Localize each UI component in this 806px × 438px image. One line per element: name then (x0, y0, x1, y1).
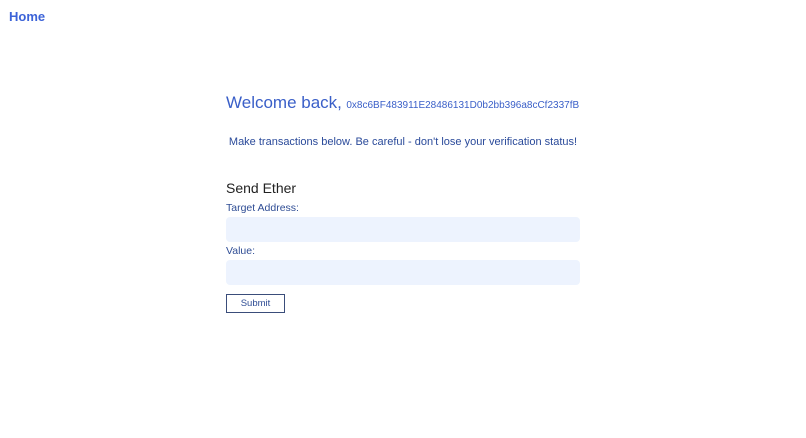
submit-button[interactable]: Submit (226, 294, 285, 313)
send-ether-title: Send Ether (226, 180, 297, 196)
welcome-heading: Welcome back, 0x8c6BF483911E28486131D0b2… (226, 91, 580, 115)
target-address-input[interactable] (226, 217, 580, 242)
wallet-address: 0x8c6BF483911E28486131D0b2bb396a8cCf2337… (346, 100, 580, 111)
target-address-label: Target Address: (226, 202, 299, 214)
value-input[interactable] (226, 260, 580, 285)
welcome-greeting: Welcome back, (226, 93, 342, 112)
page: Home Welcome back, 0x8c6BF483911E2848613… (0, 0, 806, 438)
instructions-text: Make transactions below. Be careful - do… (228, 136, 578, 148)
home-link[interactable]: Home (9, 9, 45, 25)
main-content: Welcome back, 0x8c6BF483911E28486131D0b2… (226, 91, 580, 313)
value-label: Value: (226, 245, 255, 257)
